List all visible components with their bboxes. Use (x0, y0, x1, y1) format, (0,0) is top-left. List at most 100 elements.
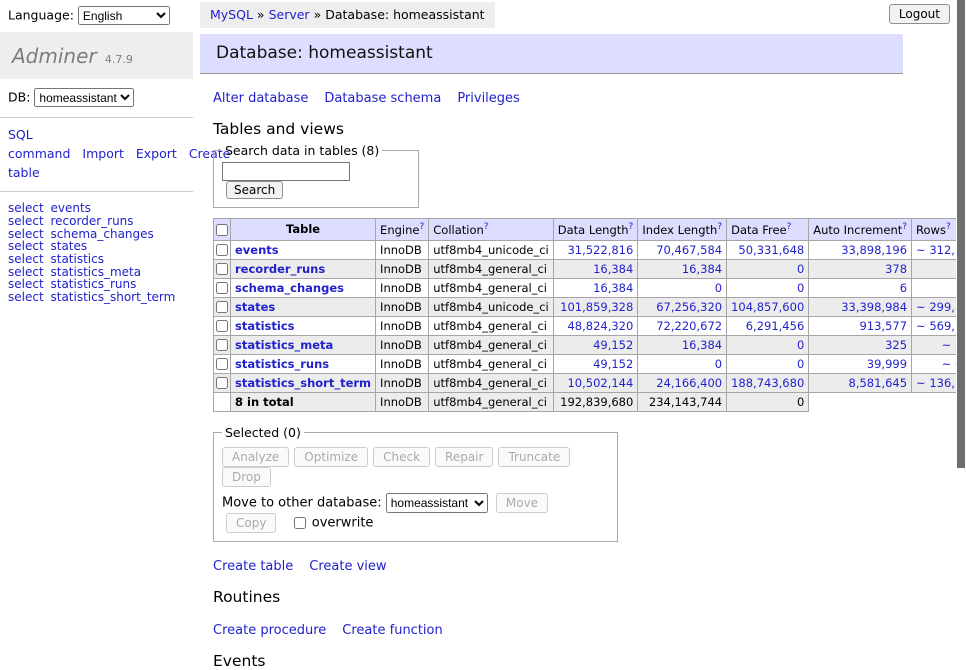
table-name-link-events[interactable]: events (235, 243, 279, 257)
auto-increment-link[interactable]: 6 (900, 281, 907, 295)
data-length-link[interactable]: 48,824,320 (567, 319, 633, 333)
select-link-statistics[interactable]: select (8, 252, 44, 266)
column-help-link[interactable]: ? (902, 222, 907, 232)
select-link-recorder_runs[interactable]: select (8, 214, 44, 228)
column-help-link[interactable]: ? (787, 222, 792, 232)
database-action-link-alter-database[interactable]: Alter database (213, 91, 308, 106)
check-all-checkbox[interactable] (216, 224, 228, 236)
auto-increment-link[interactable]: 33,398,984 (841, 300, 907, 314)
table-name-link-statistics_meta[interactable]: statistics_meta (235, 338, 333, 352)
check-button[interactable]: Check (373, 447, 430, 467)
column-help-link[interactable]: ? (484, 222, 489, 232)
table-name-link-schema_changes[interactable]: schema_changes (235, 281, 344, 295)
table-name-link-statistics_short_term[interactable]: statistics_short_term (235, 376, 371, 390)
create-link-create-view[interactable]: Create view (309, 559, 386, 574)
optimize-button[interactable]: Optimize (294, 447, 368, 467)
breadcrumb-item-mysql[interactable]: MySQL (210, 7, 253, 22)
data-length-link[interactable]: 10,502,144 (567, 376, 633, 390)
sidebar-menu-link-export[interactable]: Export (136, 146, 177, 161)
table-name-link-recorder_runs[interactable]: recorder_runs (235, 262, 325, 276)
index-length-link[interactable]: 72,220,672 (656, 319, 722, 333)
data-length-link[interactable]: 49,152 (593, 357, 633, 371)
routine-link-create-procedure[interactable]: Create procedure (213, 623, 326, 638)
select-link-statistics_short_term[interactable]: select (8, 290, 44, 304)
sidebar-menu-link-sql-command[interactable]: SQL command (8, 127, 70, 161)
index-length-link[interactable]: 16,384 (682, 338, 722, 352)
data-free-link[interactable]: 104,857,600 (731, 300, 804, 314)
data-free-link[interactable]: 0 (797, 338, 804, 352)
repair-button[interactable]: Repair (435, 447, 493, 467)
column-help-link[interactable]: ? (419, 222, 424, 232)
row-checkbox-statistics_meta[interactable] (216, 339, 228, 351)
breadcrumb-separator: » (314, 7, 322, 22)
data-free-link[interactable]: 6,291,456 (746, 319, 805, 333)
data-free-link[interactable]: 50,331,648 (738, 243, 804, 257)
routines-heading: Routines (213, 588, 966, 606)
move-db-select[interactable]: homeassistant (386, 493, 488, 513)
database-action-link-privileges[interactable]: Privileges (457, 91, 520, 106)
create-link-create-table[interactable]: Create table (213, 559, 293, 574)
routine-link-create-function[interactable]: Create function (342, 623, 442, 638)
column-help-link[interactable]: ? (717, 222, 722, 232)
index-length-link[interactable]: 67,256,320 (656, 300, 722, 314)
row-checkbox-statistics_runs[interactable] (216, 358, 228, 370)
auto-increment-link[interactable]: 325 (885, 338, 907, 352)
table-name-link-statistics[interactable]: statistics (235, 319, 295, 333)
table-link-statistics[interactable]: statistics (50, 252, 104, 266)
truncate-button[interactable]: Truncate (498, 447, 570, 467)
table-name-cell: events (231, 240, 376, 259)
index-length-link[interactable]: 0 (715, 357, 722, 371)
auto-increment-link[interactable]: 8,581,645 (849, 376, 908, 390)
auto-increment-link[interactable]: 39,999 (867, 357, 907, 371)
index-length-link[interactable]: 24,166,400 (656, 376, 722, 390)
index-length-link[interactable]: 70,467,584 (656, 243, 722, 257)
data-length-link[interactable]: 101,859,328 (560, 300, 633, 314)
row-checkbox-states[interactable] (216, 301, 228, 313)
index-length-cell: 67,256,320 (638, 297, 727, 316)
data-free-link[interactable]: 0 (797, 357, 804, 371)
table-link-statistics_short_term[interactable]: statistics_short_term (50, 290, 175, 304)
db-select[interactable]: homeassistant (34, 88, 134, 107)
data-length-link[interactable]: 49,152 (593, 338, 633, 352)
logout-button[interactable]: Logout (889, 4, 950, 24)
data-free-link[interactable]: 0 (797, 281, 804, 295)
search-input[interactable] (222, 162, 350, 181)
table-link-recorder_runs[interactable]: recorder_runs (50, 214, 133, 228)
sidebar: Language: English Adminer 4.7.9 DB: home… (0, 0, 193, 543)
row-checkbox-events[interactable] (216, 244, 228, 256)
data-length-link[interactable]: 16,384 (593, 281, 633, 295)
language-select[interactable]: English (78, 6, 170, 25)
table-name-link-statistics_runs[interactable]: statistics_runs (235, 357, 329, 371)
row-checkbox-statistics[interactable] (216, 320, 228, 332)
table-name-link-states[interactable]: states (235, 300, 275, 314)
data-length-link[interactable]: 16,384 (593, 262, 633, 276)
column-help-link[interactable]: ? (629, 222, 634, 232)
row-checkbox-statistics_short_term[interactable] (216, 377, 228, 389)
auto-increment-cell: 33,898,196 (809, 240, 912, 259)
column-help-link[interactable]: ? (946, 222, 951, 232)
data-free-cell: 0 (727, 354, 809, 373)
index-length-link[interactable]: 0 (715, 281, 722, 295)
search-button[interactable]: Search (226, 181, 283, 199)
auto-increment-link[interactable]: 33,898,196 (841, 243, 907, 257)
index-length-link[interactable]: 16,384 (682, 262, 722, 276)
page-title: Database: homeassistant (200, 34, 903, 74)
data-free-link[interactable]: 188,743,680 (731, 376, 804, 390)
database-action-link-database-schema[interactable]: Database schema (324, 91, 441, 106)
copy-button[interactable]: Copy (226, 513, 276, 533)
row-checkbox-recorder_runs[interactable] (216, 263, 228, 275)
overwrite-checkbox[interactable] (294, 517, 306, 529)
data-length-link[interactable]: 31,522,816 (567, 243, 633, 257)
breadcrumb-item-server[interactable]: Server (269, 7, 310, 22)
sidebar-menu-link-import[interactable]: Import (82, 146, 124, 161)
scrollbar-thumb[interactable] (957, 0, 965, 468)
row-checkbox-schema_changes[interactable] (216, 282, 228, 294)
vertical-scrollbar[interactable] (956, 0, 966, 543)
routines-links: Create procedure Create function (213, 623, 966, 638)
analyze-button[interactable]: Analyze (222, 447, 289, 467)
data-free-link[interactable]: 0 (797, 262, 804, 276)
auto-increment-link[interactable]: 913,577 (859, 319, 907, 333)
move-button[interactable]: Move (496, 493, 548, 513)
auto-increment-link[interactable]: 378 (885, 262, 907, 276)
drop-button[interactable]: Drop (222, 467, 271, 487)
